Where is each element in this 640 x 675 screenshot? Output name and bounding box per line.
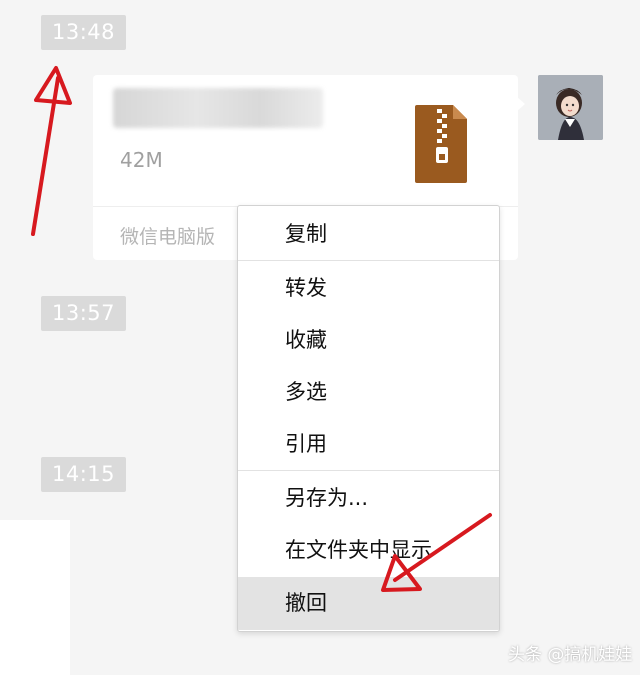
menu-item-copy[interactable]: 复制 bbox=[238, 209, 499, 259]
avatar[interactable] bbox=[538, 75, 603, 140]
file-size: 42M bbox=[120, 148, 163, 172]
menu-item-recall[interactable]: 撤回 bbox=[238, 577, 499, 630]
timestamp: 13:57 bbox=[41, 296, 127, 331]
menu-item-favorite[interactable]: 收藏 bbox=[238, 315, 499, 365]
chat-list-edge bbox=[0, 520, 70, 675]
message-source: 微信电脑版 bbox=[120, 226, 216, 248]
zip-archive-icon bbox=[415, 105, 467, 183]
menu-item-save-as[interactable]: 另存为... bbox=[238, 473, 499, 523]
timestamp: 13:48 bbox=[41, 15, 127, 50]
menu-item-show-in-folder[interactable]: 在文件夹中显示 bbox=[238, 525, 499, 575]
timestamp: 14:15 bbox=[41, 457, 127, 492]
avatar-illustration bbox=[538, 75, 603, 140]
menu-item-forward[interactable]: 转发 bbox=[238, 263, 499, 313]
menu-item-multiselect[interactable]: 多选 bbox=[238, 367, 499, 417]
context-menu: 复制 转发 收藏 多选 引用 另存为... 在文件夹中显示 撤回 bbox=[237, 205, 500, 632]
menu-separator bbox=[238, 260, 499, 261]
menu-separator bbox=[238, 470, 499, 471]
bubble-tail bbox=[516, 96, 525, 112]
menu-item-quote[interactable]: 引用 bbox=[238, 419, 499, 469]
watermark: 头条 @搞机娃娃 bbox=[508, 645, 633, 665]
file-name-blurred bbox=[113, 88, 323, 128]
annotation-arrow-up bbox=[31, 66, 72, 236]
